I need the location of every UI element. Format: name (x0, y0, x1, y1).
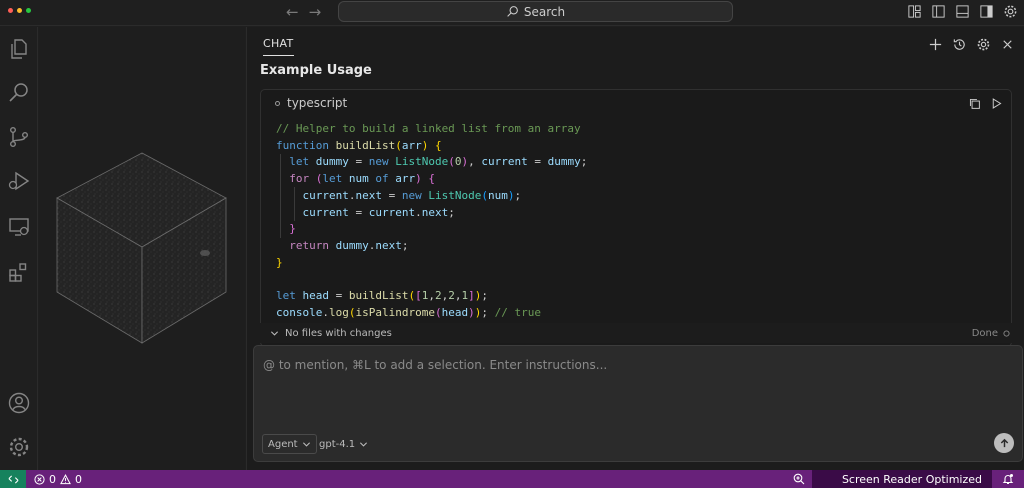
done-button[interactable]: Done (972, 328, 1010, 339)
warning-icon (60, 473, 71, 484)
warning-count: 0 (75, 472, 82, 486)
plus-icon[interactable] (926, 35, 944, 53)
arrow-right-icon[interactable]: → (309, 3, 322, 21)
account-icon[interactable] (5, 389, 33, 417)
zoom-icon[interactable] (786, 473, 812, 485)
search-label: Search (523, 4, 566, 19)
close-window-button[interactable] (8, 8, 13, 13)
language-dot-icon (275, 100, 280, 106)
editor-area[interactable] (39, 27, 245, 470)
window-controls[interactable] (8, 8, 31, 13)
mode-label: Agent (268, 438, 298, 450)
gear-icon[interactable] (974, 35, 992, 53)
error-icon (34, 473, 45, 485)
model-label: gpt-4.1 (319, 438, 356, 450)
command-center-search[interactable]: Search (338, 1, 733, 22)
search-icon[interactable] (5, 79, 33, 107)
close-icon[interactable] (998, 35, 1016, 53)
screen-reader-status[interactable]: Screen Reader Optimized (811, 470, 992, 488)
run-icon[interactable] (990, 95, 1003, 114)
toggle-sidebar-icon[interactable] (930, 3, 946, 19)
minimize-window-button[interactable] (17, 8, 22, 13)
chat-input-box[interactable]: @ to mention, ⌘L to add a selection. Ent… (253, 345, 1023, 462)
model-dropdown[interactable]: gpt-4.1 (319, 434, 368, 454)
remote-indicator[interactable] (0, 470, 26, 488)
notifications-bell-icon[interactable] (992, 473, 1024, 485)
extensions-icon[interactable] (5, 258, 33, 286)
remote-icon (8, 474, 18, 484)
activity-bar (0, 27, 38, 470)
problems-indicator[interactable]: 0 0 (34, 473, 82, 486)
mode-dropdown[interactable]: Agent (262, 434, 317, 454)
chat-input[interactable]: @ to mention, ⌘L to add a selection. Ent… (263, 358, 607, 372)
copy-icon[interactable] (968, 95, 981, 114)
remote-explorer-icon[interactable] (5, 213, 33, 241)
source-control-icon[interactable] (5, 123, 33, 151)
response-heading: Example Usage (260, 63, 372, 78)
history-icon[interactable] (950, 35, 968, 53)
code-content[interactable]: // Helper to build a linked list from an… (276, 121, 587, 321)
chevron-down-icon (302, 441, 310, 447)
done-circle-icon (1003, 329, 1010, 337)
layout-icon[interactable] (906, 3, 922, 19)
no-files-label: No files with changes (285, 327, 392, 339)
error-count: 0 (49, 472, 56, 486)
toggle-secondary-sidebar-icon[interactable] (978, 3, 994, 19)
run-debug-icon[interactable] (5, 167, 33, 195)
search-icon (507, 6, 518, 17)
code-language-label: typescript (287, 96, 348, 110)
arrow-left-icon[interactable]: ← (286, 3, 299, 21)
manage-gear-icon[interactable] (5, 433, 33, 461)
status-bar: 0 0 Screen Reader Optimized (0, 470, 1024, 488)
send-button[interactable] (994, 433, 1014, 453)
code-block: typescript // Helper to build a linked l… (260, 89, 1012, 347)
changed-files-bar[interactable]: No files with changes Done (260, 323, 1022, 343)
watermark-cube-logo (56, 152, 227, 344)
explorer-icon[interactable] (5, 35, 33, 63)
chevron-down-icon (360, 441, 368, 447)
chevron-down-icon (270, 330, 279, 336)
chat-panel: CHAT Example Usage typescript // Helper … (246, 27, 1024, 470)
done-label: Done (971, 327, 998, 339)
toggle-panel-icon[interactable] (954, 3, 970, 19)
title-bar: ← → Search (0, 0, 1024, 26)
zoom-window-button[interactable] (26, 8, 31, 13)
arrow-up-icon (1000, 438, 1008, 447)
gear-icon[interactable] (1002, 3, 1018, 19)
chat-tab[interactable]: CHAT (263, 37, 294, 56)
